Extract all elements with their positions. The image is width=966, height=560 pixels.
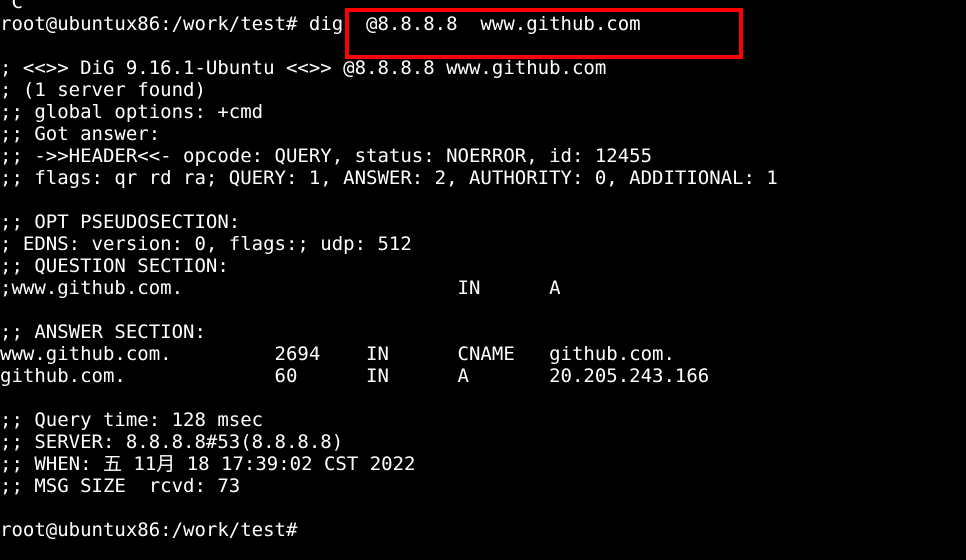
flags-line: ;; flags: qr rd ra; QUERY: 1, ANSWER: 2,…	[0, 167, 778, 189]
opt-section-header: ;; OPT PSEUDOSECTION:	[0, 211, 241, 233]
final-prompt-line[interactable]: root@ubuntux86:/work/test#	[0, 519, 297, 542]
dig-version-line: ; <<>> DiG 9.16.1-Ubuntu <<>> @8.8.8.8 w…	[0, 57, 607, 79]
msg-size-line: ;; MSG SIZE rcvd: 73	[0, 475, 241, 497]
command-highlight-box	[345, 8, 743, 59]
terminal-window[interactable]: ^C root@ubuntux86:/work/test# dig @8.8.8…	[0, 0, 966, 560]
answer-record-cname: www.github.com. 2694 IN CNAME github.com…	[0, 343, 675, 365]
terminal-line: ;; Got answer:	[0, 123, 161, 145]
question-section-header: ;; QUESTION SECTION:	[0, 255, 229, 277]
server-line: ;; SERVER: 8.8.8.8#53(8.8.8.8)	[0, 431, 344, 453]
header-line: ;; ->>HEADER<<- opcode: QUERY, status: N…	[0, 145, 653, 167]
terminal-line: ;; global options: +cmd	[0, 101, 264, 123]
terminal-line: ^C	[0, 0, 23, 13]
answer-section-header: ;; ANSWER SECTION:	[0, 321, 206, 343]
edns-line: ; EDNS: version: 0, flags:; udp: 512	[0, 233, 412, 255]
query-time-line: ;; Query time: 128 msec	[0, 409, 264, 431]
question-record: ;www.github.com. IN A	[0, 277, 561, 299]
terminal-line: ; (1 server found)	[0, 79, 206, 101]
when-line: ;; WHEN: 五 11月 18 17:39:02 CST 2022	[0, 453, 416, 475]
answer-record-a: github.com. 60 IN A 20.205.243.166	[0, 365, 710, 387]
